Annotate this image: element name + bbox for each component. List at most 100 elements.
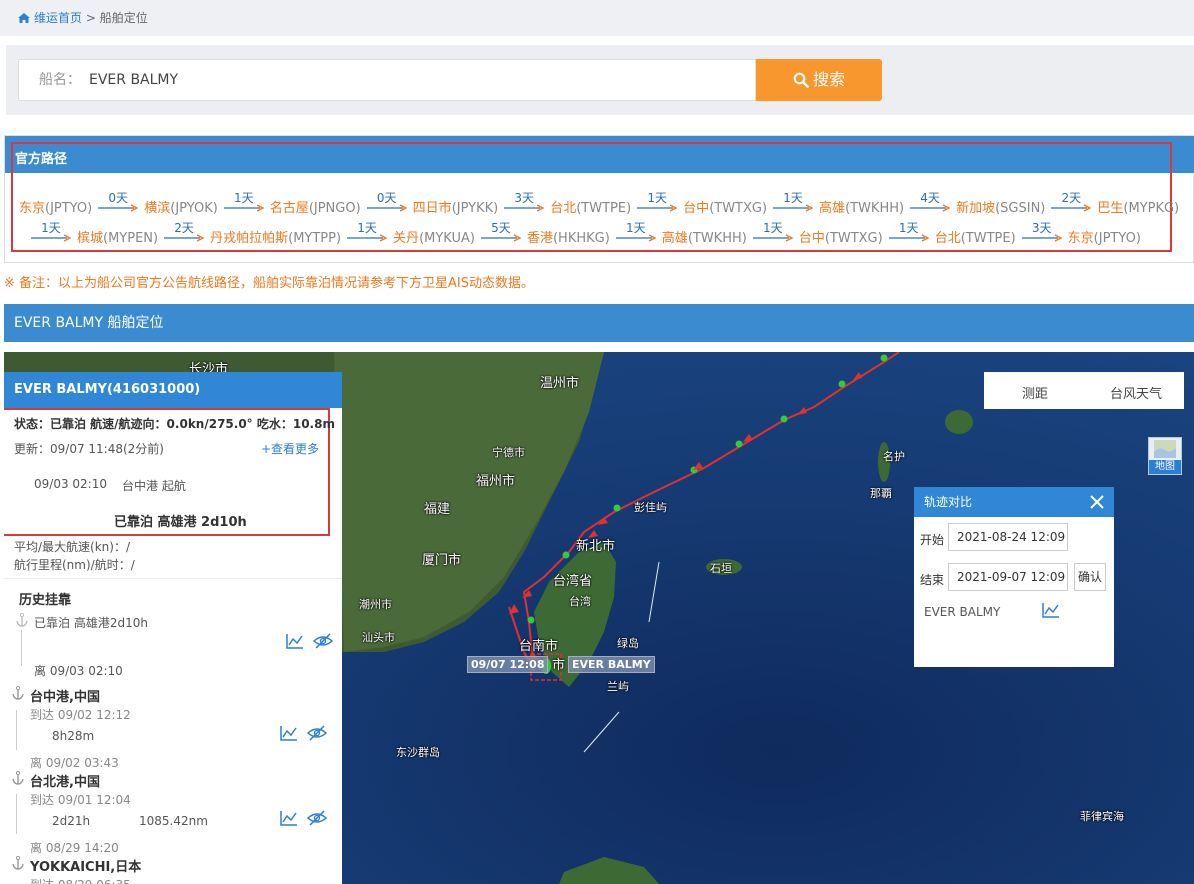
travel-distance: 航行里程(nm)/航时：/ [14,558,135,572]
route-port-code: (JPNGO) [308,201,361,216]
route-leg-arrow: 1天 [223,191,264,216]
map-label-minghu: 名护 [883,450,905,463]
arrow-icon [752,234,793,242]
ship-name-input[interactable]: 船名： EVER BALMY [18,59,756,101]
route-port[interactable]: 高雄 [662,231,688,246]
track-chart-icon[interactable] [280,810,298,826]
history-2-stay: 2d21h [52,814,91,828]
route-port-code: (TWKHH) [687,231,747,246]
route-leg-arrow: 0天 [98,191,139,216]
route-port[interactable]: 香港 [527,231,553,246]
route-port[interactable]: 台中 [683,201,709,216]
map-type-toggle[interactable]: 地图 [1148,437,1182,475]
track-chart-icon[interactable] [286,633,304,649]
route-port-code: (MYTPP) [288,231,342,246]
start-date-input[interactable]: 2021-08-24 12:09 [948,523,1068,551]
confirm-button[interactable]: 确认 [1074,563,1106,591]
map-controls: 测距 台风天气 [984,372,1184,409]
route-leg-arrow: 2天 [1051,191,1092,216]
track-compare-header: 轨迹对比 [914,487,1114,517]
ship-time-label: 09/07 12:08 [467,656,549,673]
close-icon[interactable] [1090,495,1104,509]
ship-name-label-map[interactable]: EVER BALMY [568,656,655,673]
route-port[interactable]: 台中 [799,231,825,246]
map-label-ningde: 宁德市 [492,446,525,459]
route-port[interactable]: 东京 [19,201,45,216]
track-chart-icon[interactable] [280,725,298,741]
route-port[interactable]: 名古屋 [270,201,309,216]
route-port[interactable]: 新加坡 [956,201,995,216]
route-port-code: (MYPKG) [1123,201,1180,216]
history-1-leave: 离 09/02 03:43 [30,756,119,770]
route-leg-arrow: 1天 [347,221,388,246]
arrow-icon [910,204,951,212]
official-route-panel: 官方路径 东京(JPTYO) 0天 横滨(JPYOK) 1天 名古屋(JPNGO) 0天四… [4,135,1194,263]
route-leg-arrow: 1天 [637,191,678,216]
hide-track-icon[interactable] [307,725,327,741]
breadcrumb-separator: > [85,11,96,25]
route-port-code: (TWKHH) [845,201,905,216]
view-more-link[interactable]: +查看更多 [261,440,319,457]
route-leg-arrow: 1天 [31,221,71,246]
ship-info-header: EVER BALMY(416031000) [4,372,342,408]
search-icon [793,72,809,88]
map-label-pengjia: 彭佳屿 [634,501,667,514]
arrow-icon [615,234,656,242]
berth-status: 已靠泊 高雄港 2d10h [114,515,247,530]
route-port-code: (MYPEN) [103,231,159,246]
search-button[interactable]: 搜索 [756,59,882,101]
route-port[interactable]: 槟城 [77,231,103,246]
timeline-line [16,794,17,834]
typhoon-weather-button[interactable]: 台风天气 [1110,383,1162,402]
map-thumbnail-icon [1154,440,1176,458]
route-row-1: 东京(JPTYO) 0天 横滨(JPYOK) 1天 名古屋(JPNGO) 0天 四日市(JP… [19,191,1180,216]
route-port[interactable]: 东京 [1068,231,1094,246]
map-label-tainan: 台南市 [519,639,559,654]
arrow-icon [1051,204,1092,212]
hide-track-icon[interactable] [313,633,333,649]
arrow-icon [366,204,407,212]
breadcrumb-home-link[interactable]: 维运首页 [34,11,82,25]
route-port[interactable]: 关丹 [393,231,419,246]
arrow-icon [773,204,814,212]
route-leg-arrow: 5天 [480,221,521,246]
ship-map[interactable]: 长沙市 温州市 宁德市 福州市 福建 厦门市 潮州市 汕头市 彭佳屿 新北市 台… [4,352,1194,884]
route-port-code: (TWTXG) [709,201,768,216]
route-leg-arrow: 1天 [752,221,793,246]
depart-time: 09/03 02:10 [34,477,107,491]
end-label: 结束 [920,573,945,587]
search-bar: 船名： EVER BALMY 搜索 [6,45,1194,115]
route-port[interactable]: 丹戎帕拉帕斯 [210,231,288,246]
divider [4,578,342,579]
route-port[interactable]: 巴生 [1097,201,1123,216]
map-label-taiwan-province: 台湾省 [553,574,593,589]
route-port[interactable]: 台北 [550,201,576,216]
search-button-label: 搜索 [812,70,845,89]
hide-track-icon[interactable] [307,810,327,826]
arrow-icon [223,204,264,212]
map-label-gaoxiong-part: 市 [552,658,566,673]
anchor-icon [12,686,24,700]
history-2-distance: 1085.42nm [139,814,208,828]
history-3-port: YOKKAICHI,日本 [30,860,142,875]
history-1-stay: 8h28m [52,729,95,743]
ship-status: 状态：已靠泊 航速/航迹向：0.0kn/275.0° 吃水：10.8m [14,417,335,431]
route-port[interactable]: 横滨 [144,201,170,216]
timeline-line [16,710,17,750]
route-port[interactable]: 四日市 [413,201,452,216]
map-label-taiwan: 台湾 [569,595,591,608]
history-2-leave: 离 08/29 14:20 [30,841,119,855]
ship-name-value: EVER BALMY [89,72,179,88]
track-chart-icon[interactable] [1042,602,1060,618]
route-leg-arrow: 1天 [773,191,814,216]
route-leg-arrow: 1天 [615,221,656,246]
route-port[interactable]: 台北 [935,231,961,246]
route-port[interactable]: 高雄 [819,201,845,216]
history-title: 历史挂靠 [19,593,72,608]
map-label-lanyu: 兰屿 [607,680,629,693]
measure-button[interactable]: 测距 [1022,383,1048,402]
end-date-input[interactable]: 2021-09-07 12:09 [948,563,1068,591]
history-2-arrive: 到达 09/01 12:04 [30,793,131,807]
route-port-code: (TWTXG) [824,231,883,246]
depart-port: 台中港 起航 [122,479,186,493]
